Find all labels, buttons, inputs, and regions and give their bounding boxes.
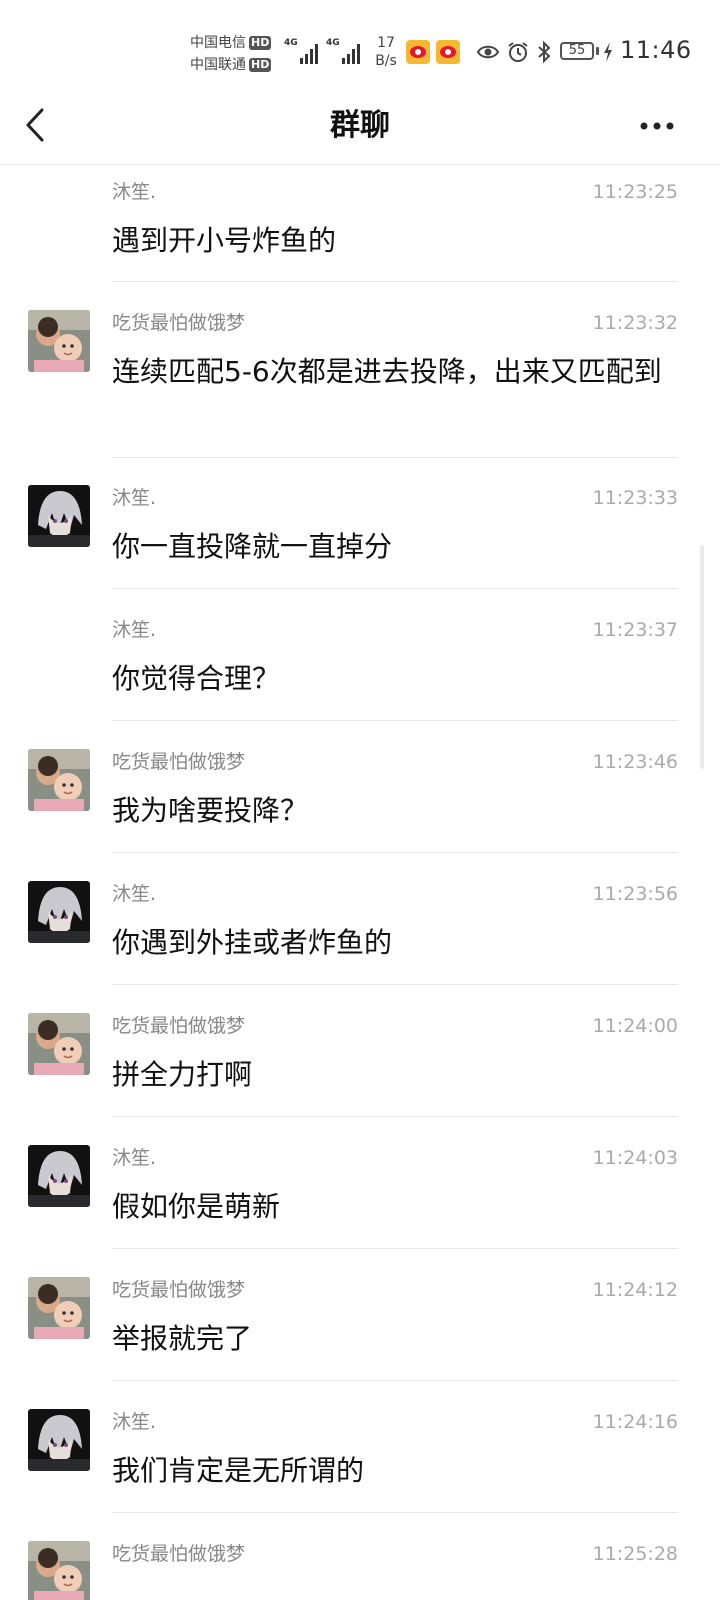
message-time: 11:24:03 <box>592 1147 678 1169</box>
message-item[interactable]: 吃货最怕做饿梦 11:24:12 举报就完了 <box>0 1277 720 1379</box>
status-time: 11:46 <box>620 36 692 64</box>
message-divider <box>112 588 678 589</box>
message-time: 11:24:12 <box>592 1279 678 1301</box>
carrier-line-2: 中国联通 HD <box>190 54 280 76</box>
message-text[interactable]: 连续匹配5-6次都是进去投降，出来又匹配到 <box>112 350 678 394</box>
network-speed-value: 17 <box>377 35 395 51</box>
nav-bar: 群聊 <box>0 88 720 165</box>
message-item[interactable]: 沐笙. 11:24:03 假如你是萌新 <box>0 1145 720 1247</box>
eye-icon <box>476 45 500 59</box>
message-divider <box>112 281 678 282</box>
message-text[interactable]: 假如你是萌新 <box>112 1185 678 1229</box>
message-time: 11:25:28 <box>592 1543 678 1565</box>
message-text[interactable]: 拼全力打啊 <box>112 1053 678 1097</box>
sender-name[interactable]: 沐笙. <box>112 617 156 643</box>
battery-tip <box>596 47 599 55</box>
battery-level: 55 <box>568 43 586 58</box>
sender-name[interactable]: 沐笙. <box>112 1145 156 1171</box>
avatar-kids-photo[interactable] <box>28 1541 90 1600</box>
avatar-kids-photo[interactable] <box>28 1013 90 1075</box>
message-divider <box>112 1116 678 1117</box>
message-item[interactable]: 沐笙. 11:24:16 我们肯定是无所谓的 <box>0 1409 720 1511</box>
sender-name[interactable]: 吃货最怕做饿梦 <box>112 1013 245 1039</box>
battery-icon: 55 <box>560 42 594 60</box>
message-item[interactable]: 吃货最怕做饿梦 11:25:28 <box>0 1541 720 1600</box>
message-text[interactable]: 举报就完了 <box>112 1317 678 1361</box>
message-time: 11:24:00 <box>592 1015 678 1037</box>
message-item[interactable]: 沐笙. 11:23:33 你一直投降就一直掉分 <box>0 485 720 587</box>
message-text[interactable]: 你觉得合理？ <box>112 657 678 701</box>
alarm-icon <box>508 42 528 62</box>
weibo-lite-icon <box>436 40 460 64</box>
message-divider <box>112 852 678 853</box>
avatar-kids-photo[interactable] <box>28 749 90 811</box>
network-type-2: 4G <box>326 38 340 48</box>
message-text[interactable]: 遇到开小号炸鱼的 <box>112 219 678 263</box>
network-speed-unit: B/s <box>375 53 397 69</box>
carrier-name-2: 中国联通 <box>190 57 246 73</box>
avatar-anime-character[interactable] <box>28 1145 90 1207</box>
sender-name[interactable]: 吃货最怕做饿梦 <box>112 1541 245 1567</box>
message-item[interactable]: 沐笙. 11:23:25 遇到开小号炸鱼的 <box>0 179 720 281</box>
carrier-name-1: 中国电信 <box>190 35 246 51</box>
network-type-1: 4G <box>284 38 298 48</box>
message-list[interactable]: 沐笙. 11:23:25 遇到开小号炸鱼的 吃货最怕做饿梦 11:23:32 连… <box>0 165 720 1600</box>
sender-name[interactable]: 沐笙. <box>112 485 156 511</box>
message-divider <box>112 984 678 985</box>
message-text[interactable]: 我们肯定是无所谓的 <box>112 1449 678 1493</box>
sender-name[interactable]: 吃货最怕做饿梦 <box>112 749 245 775</box>
sender-name[interactable]: 吃货最怕做饿梦 <box>112 310 245 336</box>
signal-strength-icon-1: 4G <box>284 38 320 64</box>
signal-strength-icon-2: 4G <box>326 38 362 64</box>
message-time: 11:23:46 <box>592 751 678 773</box>
message-time: 11:23:33 <box>592 487 678 509</box>
message-time: 11:23:32 <box>592 312 678 334</box>
weibo-icon <box>406 40 430 64</box>
avatar-anime-character[interactable] <box>28 485 90 547</box>
carrier-line-1: 中国电信 HD <box>190 32 280 54</box>
message-time: 11:23:56 <box>592 883 678 905</box>
message-time: 11:24:16 <box>592 1411 678 1433</box>
bluetooth-icon <box>538 40 551 64</box>
more-options-button[interactable] <box>634 108 682 144</box>
hd-badge-2: HD <box>249 58 272 72</box>
sender-name[interactable]: 吃货最怕做饿梦 <box>112 1277 245 1303</box>
message-text[interactable]: 你遇到外挂或者炸鱼的 <box>112 921 678 965</box>
more-dots-icon <box>640 122 674 130</box>
sender-name[interactable]: 沐笙. <box>112 179 156 205</box>
status-bar: 中国电信 HD 中国联通 HD 4G 4G 17 B/s 55 11:46 <box>0 0 720 88</box>
message-item[interactable]: 沐笙. 11:23:56 你遇到外挂或者炸鱼的 <box>0 881 720 983</box>
message-item[interactable]: 沐笙. 11:23:37 你觉得合理？ <box>0 617 720 719</box>
avatar-anime-character[interactable] <box>28 1409 90 1471</box>
network-speed: 17 B/s <box>372 34 400 70</box>
sender-name[interactable]: 沐笙. <box>112 881 156 907</box>
avatar-kids-photo[interactable] <box>28 310 90 372</box>
message-item[interactable]: 吃货最怕做饿梦 11:23:46 我为啥要投降？ <box>0 749 720 851</box>
message-time: 11:23:25 <box>592 181 678 203</box>
message-divider <box>112 720 678 721</box>
message-text[interactable]: 我为啥要投降？ <box>112 789 678 833</box>
avatar-kids-photo[interactable] <box>28 1277 90 1339</box>
message-item[interactable]: 吃货最怕做饿梦 11:23:32 连续匹配5-6次都是进去投降，出来又匹配到 <box>0 310 720 456</box>
carrier-info: 中国电信 HD 中国联通 HD <box>190 32 280 76</box>
message-divider <box>112 1380 678 1381</box>
scrollbar[interactable] <box>700 545 704 769</box>
message-item[interactable]: 吃货最怕做饿梦 11:24:00 拼全力打啊 <box>0 1013 720 1115</box>
message-divider <box>112 1248 678 1249</box>
page-title: 群聊 <box>330 108 390 143</box>
charging-icon <box>604 42 612 62</box>
avatar-anime-character[interactable] <box>28 881 90 943</box>
message-divider <box>112 1512 678 1513</box>
hd-badge-1: HD <box>249 36 272 50</box>
message-text[interactable]: 你一直投降就一直掉分 <box>112 525 678 569</box>
message-time: 11:23:37 <box>592 619 678 641</box>
sender-name[interactable]: 沐笙. <box>112 1409 156 1435</box>
message-divider <box>112 457 678 458</box>
